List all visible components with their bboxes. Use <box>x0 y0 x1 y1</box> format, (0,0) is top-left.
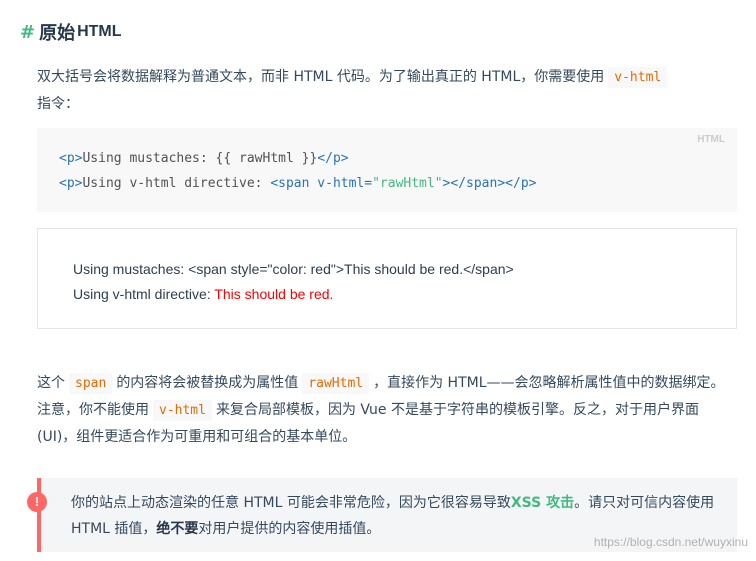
code-tag: <span <box>270 176 310 191</box>
code-line-1: <p>Using mustaches: {{ rawHtml }}</p> <box>59 146 715 171</box>
code-tag: </p> <box>317 151 349 166</box>
intro-text-end: 指令： <box>37 96 79 112</box>
code-lang-label: HTML <box>697 134 725 145</box>
inline-code-v-html: v-html <box>153 400 212 421</box>
intro-text: 双大括号会将数据解释为普通文本，而非 HTML 代码。为了输出真正的 HTML，… <box>37 69 605 85</box>
code-line-2: <p>Using v-html directive: <span v-html=… <box>59 171 715 196</box>
code-text: Using mustaches: {{ rawHtml }} <box>82 151 318 166</box>
code-text: Using v-html directive: <box>82 176 271 191</box>
demo-label: Using v-html directive: <box>73 286 215 302</box>
demo-line-1: Using mustaches: <span style="color: red… <box>73 261 514 277</box>
code-tag: ></span> <box>442 176 506 191</box>
code-block: HTML <p>Using mustaches: {{ rawHtml }}</… <box>37 128 737 212</box>
demo-red-text: This should be red. <box>214 286 334 302</box>
xss-link[interactable]: XSS 攻击 <box>511 495 574 511</box>
demo-output: Using mustaches: <span style="color: red… <box>37 228 737 329</box>
tip-text: 对用户提供的内容使用插值。 <box>198 521 381 537</box>
explanation-paragraph: 这个 span 的内容将会被替换成为属性值 rawHtml ，直接作为 HTML——会忽… <box>37 370 737 450</box>
section-heading: # 原始 HTML <box>20 18 122 46</box>
heading-title: 原始 <box>39 23 76 44</box>
para-text: 这个 <box>37 375 65 391</box>
watermark: https://blog.csdn.net/wuyxinu <box>593 535 748 549</box>
inline-code-span: span <box>69 373 113 394</box>
code-tag: <p> <box>59 151 83 166</box>
warning-icon: ! <box>27 492 47 512</box>
intro-paragraph: 双大括号会将数据解释为普通文本，而非 HTML 代码。为了输出真正的 HTML，… <box>37 64 737 117</box>
heading-title-html: HTML <box>77 23 122 40</box>
inline-code-v-html: v-html <box>608 67 668 88</box>
tip-text: 你的站点上动态渲染的任意 HTML 可能会非常危险，因为它很容易导致 <box>71 495 511 511</box>
code-tag: <p> <box>59 176 83 191</box>
inline-code-rawhtml: rawHtml <box>302 373 370 394</box>
para-text: 的内容将会被替换成为属性值 <box>116 375 299 391</box>
demo-line-2: Using v-html directive: This should be r… <box>73 282 701 307</box>
heading-anchor-link[interactable]: # <box>20 22 35 43</box>
code-tag: </p> <box>505 176 537 191</box>
code-attr-value: "rawHtml" <box>372 176 443 191</box>
tip-bold-text: 绝不要 <box>156 521 199 537</box>
code-attr: v-html= <box>309 176 373 191</box>
